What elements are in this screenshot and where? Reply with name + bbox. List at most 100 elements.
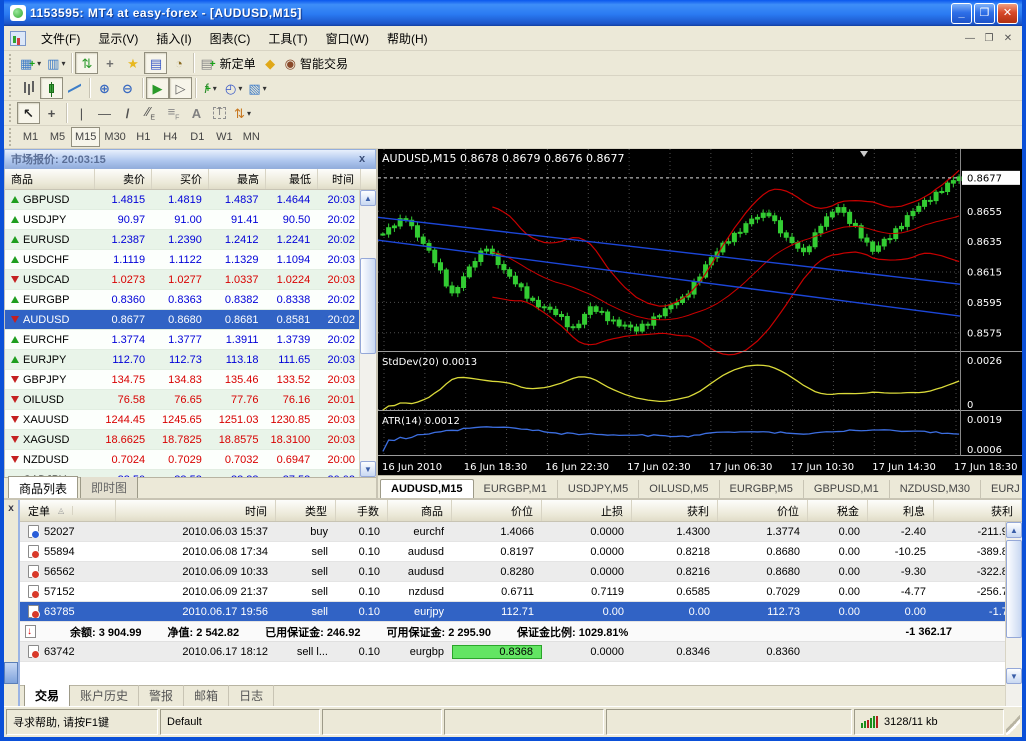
terminal-tab-1[interactable]: 账户历史 — [70, 685, 140, 706]
market-watch-col-header[interactable]: 卖价 — [95, 169, 152, 189]
terminal-col-header[interactable]: 时间 — [116, 500, 276, 521]
balance-row[interactable]: 余额: 3 904.99 净值: 2 542.82 已用保证金: 246.92 可用保… — [20, 622, 1022, 642]
candlesticks-button[interactable] — [40, 77, 63, 99]
chart-tab-7[interactable]: EURJ — [981, 480, 1022, 498]
toolbar-grip[interactable] — [9, 79, 14, 97]
chart-tab-1[interactable]: EURGBP,M1 — [474, 480, 558, 498]
scroll-up-icon[interactable]: ▲ — [360, 190, 376, 206]
vertical-line-button[interactable]: | — [70, 102, 93, 124]
terminal-order-row[interactable]: 55894 2010.06.08 17:34 sell 0.10 audusd 0.819… — [20, 542, 1022, 562]
dropdown-arrow-icon[interactable]: ▾ — [213, 84, 217, 93]
child-restore-button[interactable]: ❐ — [981, 31, 997, 45]
terminal-button[interactable]: ▤ — [144, 52, 168, 74]
period-button-mn[interactable]: MN — [238, 127, 265, 147]
period-button-m30[interactable]: M30 — [100, 127, 129, 147]
terminal-tab-4[interactable]: 日志 — [229, 685, 275, 706]
chart-tab-5[interactable]: GBPUSD,M1 — [804, 480, 890, 498]
market-watch-tab-1[interactable]: 即时图 — [80, 476, 139, 498]
terminal-close-icon[interactable]: x — [5, 502, 18, 515]
chart-tab-4[interactable]: EURGBP,M5 — [720, 480, 804, 498]
market-watch-row[interactable]: AUDUSD 0.8677 0.8680 0.8681 0.8581 20:02 — [5, 310, 359, 330]
toolbar-grip[interactable] — [9, 104, 14, 122]
market-watch-row[interactable]: XAUUSD 1244.45 1245.65 1251.03 1230.85 20:03 — [5, 410, 359, 430]
chart-tab-2[interactable]: USDJPY,M5 — [558, 480, 640, 498]
child-close-button[interactable]: ✕ — [1000, 31, 1016, 45]
arrows-button[interactable]: ⇅ ▾ — [231, 102, 254, 124]
scrollbar-thumb[interactable] — [360, 258, 376, 354]
terminal-col-header[interactable]: 利息 — [868, 500, 934, 521]
menu-item-3[interactable]: 图表(C) — [201, 27, 260, 50]
toolbar-grip[interactable] — [9, 54, 14, 72]
menu-item-5[interactable]: 窗口(W) — [317, 27, 378, 50]
metaeditor-button[interactable]: ◆ — [259, 52, 282, 74]
terminal-order-row[interactable]: 57152 2010.06.09 21:37 sell 0.10 nzdusd 0.671… — [20, 582, 1022, 602]
status-profile[interactable]: Default — [160, 709, 320, 735]
terminal-order-row[interactable]: 63742 2010.06.17 18:12 sell l... 0.10 eurgbp… — [20, 642, 1022, 662]
navigator-button[interactable]: ★ — [121, 52, 144, 74]
period-button-m5[interactable]: M5 — [44, 127, 71, 147]
text-button[interactable]: A — [185, 102, 208, 124]
equidistant-channel-button[interactable]: ⁄⁄E — [139, 102, 162, 124]
market-watch-row[interactable]: GBPJPY 134.75 134.83 135.46 133.52 20:03 — [5, 370, 359, 390]
crosshair-button[interactable]: + — [40, 102, 63, 124]
dropdown-arrow-icon[interactable]: ▾ — [238, 84, 242, 93]
terminal-scrollbar[interactable]: ▲ ▼ — [1005, 522, 1022, 706]
close-button[interactable]: ✕ — [997, 2, 1018, 24]
text-label-button[interactable]: T — [208, 102, 231, 124]
market-watch-tab-0[interactable]: 商品列表 — [8, 476, 79, 498]
cursor-button[interactable]: ↖ — [17, 102, 40, 124]
terminal-col-header[interactable]: 止损 — [542, 500, 632, 521]
menu-item-4[interactable]: 工具(T) — [259, 27, 316, 50]
market-watch-row[interactable]: GBPUSD 1.4815 1.4819 1.4837 1.4644 20:03 — [5, 190, 359, 210]
expert-advisors-button[interactable]: ◉ 智能交易 — [282, 52, 351, 74]
menu-item-6[interactable]: 帮助(H) — [378, 27, 437, 50]
market-watch-row[interactable]: EURUSD 1.2387 1.2390 1.2412 1.2241 20:02 — [5, 230, 359, 250]
period-button-d1[interactable]: D1 — [184, 127, 211, 147]
dropdown-arrow-icon[interactable]: ▾ — [263, 84, 267, 93]
terminal-col-header[interactable]: 类型 — [276, 500, 336, 521]
terminal-col-header[interactable]: 手数 — [336, 500, 388, 521]
market-watch-row[interactable]: USDCHF 1.1119 1.1122 1.1329 1.1094 20:03 — [5, 250, 359, 270]
terminal-col-header[interactable]: 价位 — [718, 500, 808, 521]
terminal-tab-2[interactable]: 警报 — [139, 685, 185, 706]
bar-chart-button[interactable] — [17, 77, 40, 99]
terminal-col-header[interactable]: 价位 — [452, 500, 542, 521]
market-watch-button[interactable]: ⇅ — [75, 52, 99, 74]
new-chart-button[interactable]: ▦+ ▾ — [17, 52, 44, 74]
terminal-order-row[interactable]: 56562 2010.06.09 10:33 sell 0.10 audusd 0.828… — [20, 562, 1022, 582]
templates-button[interactable]: ▧ ▾ — [245, 77, 269, 99]
dropdown-arrow-icon[interactable]: ▾ — [247, 109, 251, 118]
market-watch-row[interactable]: EURJPY 112.70 112.73 113.18 111.65 20:03 — [5, 350, 359, 370]
price-chart[interactable]: AUDUSD,M15 0.8678 0.8679 0.8676 0.8677 St… — [378, 149, 1022, 475]
indicators-button[interactable]: f+ ▾ — [199, 77, 222, 99]
market-watch-col-header[interactable]: 商品 — [5, 169, 95, 189]
scrollbar-thumb[interactable] — [1006, 540, 1022, 638]
market-watch-row[interactable]: XAGUSD 18.6625 18.7825 18.8575 18.3100 20:03 — [5, 430, 359, 450]
market-watch-row[interactable]: EURGBP 0.8360 0.8363 0.8382 0.8338 20:02 — [5, 290, 359, 310]
chart-tab-3[interactable]: OILUSD,M5 — [639, 480, 720, 498]
terminal-side-icon[interactable] — [4, 662, 18, 684]
market-watch-row[interactable]: EURCHF 1.3774 1.3777 1.3911 1.3739 20:02 — [5, 330, 359, 350]
menu-item-2[interactable]: 插入(I) — [147, 27, 200, 50]
menu-item-0[interactable]: 文件(F) — [32, 27, 89, 50]
maximize-button[interactable]: ❐ — [974, 2, 995, 24]
auto-scroll-button[interactable]: ▶ — [146, 77, 169, 99]
resize-grip[interactable] — [1006, 709, 1020, 735]
chart-shift-button[interactable]: ▷ — [169, 77, 192, 99]
market-watch-row[interactable]: OILUSD 76.58 76.65 77.76 76.16 20:01 — [5, 390, 359, 410]
period-button-h1[interactable]: H1 — [130, 127, 157, 147]
menu-item-1[interactable]: 显示(V) — [89, 27, 147, 50]
terminal-order-row[interactable]: 63785 2010.06.17 19:56 sell 0.10 eurjpy 112.7… — [20, 602, 1022, 622]
period-button-m1[interactable]: M1 — [17, 127, 44, 147]
scroll-down-icon[interactable]: ▼ — [1006, 668, 1022, 684]
terminal-col-header[interactable]: 税金 — [808, 500, 868, 521]
market-watch-row[interactable]: USDJPY 90.97 91.00 91.41 90.50 20:02 — [5, 210, 359, 230]
periods-button[interactable]: ◴ ▾ — [222, 77, 245, 99]
scroll-down-icon[interactable]: ▼ — [360, 461, 376, 477]
market-watch-col-header[interactable]: 时间 — [318, 169, 361, 189]
market-watch-close-icon[interactable]: x — [355, 153, 369, 165]
child-minimize-button[interactable]: — — [962, 31, 978, 45]
terminal-tab-0[interactable]: 交易 — [24, 684, 71, 706]
terminal-col-header[interactable]: 获利 — [632, 500, 718, 521]
chart-tab-0[interactable]: AUDUSD,M15 — [380, 479, 474, 498]
